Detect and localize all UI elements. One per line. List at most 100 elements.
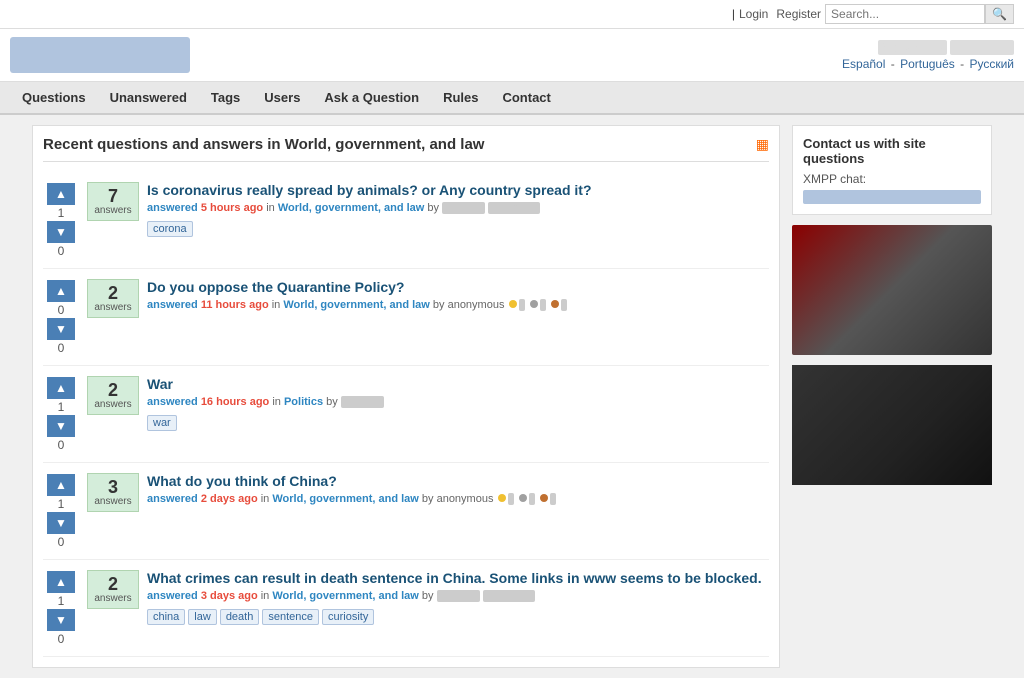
user-5: by (60 points): [422, 590, 535, 602]
nav-contact[interactable]: Contact: [490, 82, 562, 113]
category-3: Politics: [284, 396, 323, 408]
vote-box-3: ▲ 1 ▼ 0: [43, 376, 79, 452]
question-link-4[interactable]: What do you think of China?: [147, 473, 337, 489]
vote-box-2: ▲ 0 ▼ 0: [43, 279, 79, 355]
contact-widget-title: Contact us with site questions: [803, 136, 981, 166]
answer-label-4: answers: [94, 496, 132, 507]
vote-up-3[interactable]: ▲: [47, 377, 75, 399]
question-title-4: What do you think of China?: [147, 473, 769, 489]
tags-row-3: war: [147, 414, 769, 431]
question-meta-2: answered 11 hours ago in World, governme…: [147, 299, 769, 311]
vote-down-2[interactable]: ▼: [47, 318, 75, 340]
nav-users[interactable]: Users: [252, 82, 312, 113]
lang-portugues[interactable]: Português: [900, 57, 955, 71]
badge-gold-4: [498, 494, 506, 502]
sidebar-ad-1-inner: [792, 225, 992, 355]
lang-russian[interactable]: Русский: [969, 57, 1014, 71]
vote-down-count-1: 0: [58, 244, 65, 258]
category-1: World, government, and law: [278, 202, 424, 214]
question-link-1[interactable]: Is coronavirus really spread by animals?…: [147, 182, 592, 198]
time-4: 2 days ago: [201, 493, 258, 505]
question-title-3: War: [147, 376, 769, 392]
question-content-2: Do you oppose the Quarantine Policy? ans…: [147, 279, 769, 311]
question-meta-3: answered 16 hours ago in Politics by: [147, 396, 769, 408]
page-title-bar: Recent questions and answers in World, g…: [43, 136, 769, 162]
vote-up-1[interactable]: ▲: [47, 183, 75, 205]
nav-tags[interactable]: Tags: [199, 82, 252, 113]
tag-war[interactable]: war: [147, 415, 177, 431]
question-meta-5: answered 3 days ago in World, government…: [147, 590, 769, 602]
login-link[interactable]: Login: [739, 7, 768, 21]
question-link-5[interactable]: What crimes can result in death sentence…: [147, 570, 762, 586]
tags-row-1: corona: [147, 220, 769, 237]
user-4: by anonymous 1 1 3: [422, 493, 557, 505]
search-input[interactable]: [825, 4, 985, 24]
lang-sep-1: -: [891, 57, 898, 71]
time-2: 11 hours ago: [201, 299, 269, 311]
question-link-3[interactable]: War: [147, 376, 173, 392]
lang-sep-2: -: [960, 57, 967, 71]
tag-china[interactable]: china: [147, 609, 185, 625]
user-2: by anonymous 1 1 3: [433, 299, 568, 311]
vote-box-4: ▲ 1 ▼ 0: [43, 473, 79, 549]
nav-ask-question[interactable]: Ask a Question: [312, 82, 431, 113]
nav-questions[interactable]: Questions: [10, 82, 98, 113]
question-title-2: Do you oppose the Quarantine Policy?: [147, 279, 769, 295]
vote-up-count-5: 1: [58, 594, 65, 608]
answer-label-2: answers: [94, 302, 132, 313]
page-title: Recent questions and answers in World, g…: [43, 136, 484, 153]
answer-count-4: 3: [94, 478, 132, 496]
question-meta-1: answered 5 hours ago in World, governmen…: [147, 202, 769, 214]
search-button[interactable]: 🔍: [985, 4, 1014, 24]
question-link-2[interactable]: Do you oppose the Quarantine Policy?: [147, 279, 404, 295]
rss-icon[interactable]: ▦: [756, 136, 769, 153]
tag-corona[interactable]: corona: [147, 221, 193, 237]
badge-gold-2: [509, 300, 517, 308]
vote-down-3[interactable]: ▼: [47, 415, 75, 437]
tag-law[interactable]: law: [188, 609, 217, 625]
answer-count-5: 2: [94, 575, 132, 593]
vote-up-count-1: 1: [58, 206, 65, 220]
lang-espanol[interactable]: Español: [842, 57, 885, 71]
vote-down-count-3: 0: [58, 438, 65, 452]
user-blurred-1: [442, 202, 485, 214]
vote-up-5[interactable]: ▲: [47, 571, 75, 593]
points-5: (60 points): [483, 590, 535, 602]
answer-label-1: answers: [94, 205, 132, 216]
question-item-1: ▲ 1 ▼ 0 7 answers Is coronavirus really …: [43, 172, 769, 269]
badge-silver-4: [519, 494, 527, 502]
welcome-prefix: Welcome to: [878, 40, 946, 55]
vote-up-4[interactable]: ▲: [47, 474, 75, 496]
tag-curiosity[interactable]: curiosity: [322, 609, 374, 625]
question-item-5: ▲ 1 ▼ 0 2 answers What crimes can result…: [43, 560, 769, 657]
vote-down-5[interactable]: ▼: [47, 609, 75, 631]
category-5: World, government, and law: [272, 590, 418, 602]
content: Recent questions and answers in World, g…: [32, 125, 780, 668]
questions-list: ▲ 1 ▼ 0 7 answers Is coronavirus really …: [43, 172, 769, 657]
category-4: World, government, and law: [272, 493, 418, 505]
nav-unanswered[interactable]: Unanswered: [98, 82, 199, 113]
badge-silver-2: [530, 300, 538, 308]
vote-down-4[interactable]: ▼: [47, 512, 75, 534]
sidebar-ad-2-inner: [792, 365, 992, 485]
vote-box-5: ▲ 1 ▼ 0: [43, 570, 79, 646]
tag-sentence[interactable]: sentence: [262, 609, 319, 625]
vote-up-count-3: 1: [58, 400, 65, 414]
vote-down-1[interactable]: ▼: [47, 221, 75, 243]
question-item-2: ▲ 0 ▼ 0 2 answers Do you oppose the Quar…: [43, 269, 769, 366]
sidebar-ad-1: [792, 225, 992, 355]
vote-box-1: ▲ 1 ▼ 0: [43, 182, 79, 258]
nav-rules[interactable]: Rules: [431, 82, 490, 113]
user-1: by (60 points): [427, 202, 540, 214]
vote-up-count-4: 1: [58, 497, 65, 511]
tag-death[interactable]: death: [220, 609, 260, 625]
status-4: answered: [147, 493, 198, 505]
vote-up-2[interactable]: ▲: [47, 280, 75, 302]
status-2: answered: [147, 299, 198, 311]
vote-down-count-2: 0: [58, 341, 65, 355]
badge-bronze-2: [551, 300, 559, 308]
answer-count-1: 7: [94, 187, 132, 205]
register-link[interactable]: Register: [776, 7, 821, 21]
xmpp-bar: [803, 190, 981, 204]
user-blurred-5: [437, 590, 480, 602]
